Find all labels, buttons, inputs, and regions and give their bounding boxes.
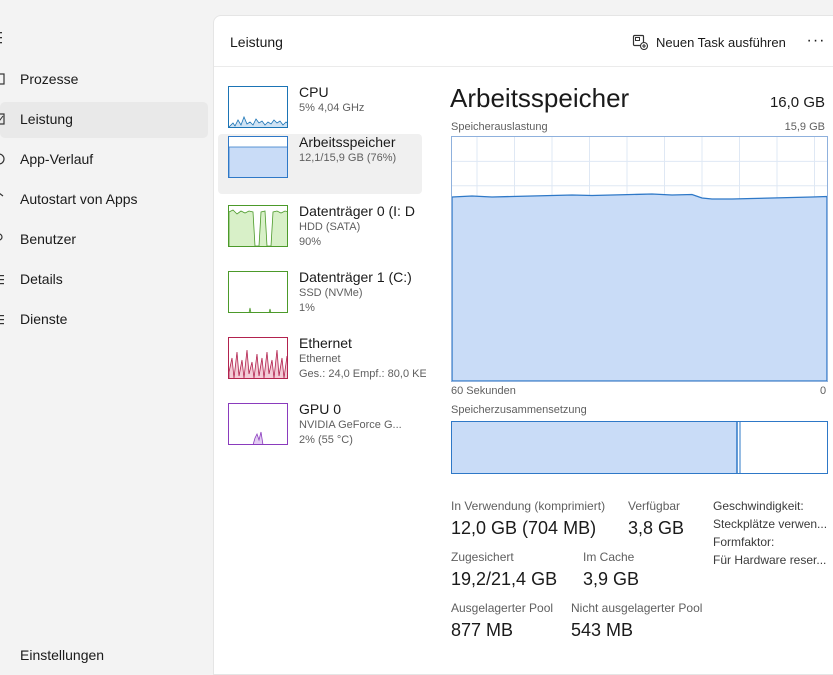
device-item-memory[interactable]: Arbeitsspeicher 12,1/15,9 GB (76%) [218, 134, 422, 194]
cached-label: Im Cache [583, 550, 635, 564]
memory-usage-max: 15,9 GB [784, 121, 825, 133]
app-history-icon [0, 153, 5, 165]
gpu-mini-chart [252, 431, 264, 444]
nav-item-label: Dienste [20, 311, 68, 327]
device-detail: SSD (NVMe) [299, 287, 363, 299]
device-item-gpu[interactable]: GPU 0 NVIDIA GeForce G... 2% (55 °C) [218, 401, 422, 461]
memory-usage-chart [451, 137, 828, 382]
gpu-thumbnail-graph [228, 403, 288, 445]
memory-total: 16,0 GB [769, 94, 825, 111]
nav-item-label: App-Verlauf [20, 151, 94, 167]
graph-time-left: 60 Sekunden [451, 385, 516, 397]
committed-label: Zugesichert [451, 550, 514, 564]
device-name: Datenträger 1 (C:) [299, 269, 412, 285]
device-detail: 5% 4,04 GHz [299, 102, 365, 114]
memory-mini-chart [229, 146, 287, 177]
nav-item-users[interactable]: Benutzer [0, 222, 208, 258]
in-use-label: In Verwendung (komprimiert) [451, 499, 606, 513]
nav-item-label: Prozesse [20, 71, 79, 87]
form-factor-label: Formfaktor: [713, 535, 775, 549]
users-icon [0, 233, 3, 241]
run-new-task-button[interactable]: Neuen Task ausführen [632, 28, 786, 56]
startup-apps-icon [0, 193, 4, 197]
device-detail: 2% (55 °C) [299, 434, 353, 446]
cached-value: 3,9 GB [583, 569, 640, 589]
nav-item-details[interactable]: Details [0, 262, 208, 298]
slots-used-label: Steckplätze verwen... [713, 517, 828, 531]
nav-item-label: Leistung [20, 111, 73, 127]
memory-composition-label: Speicherzusammensetzung [451, 404, 587, 416]
device-item-disk0[interactable]: Datenträger 0 (I: D HDD (SATA) 90% [218, 203, 422, 263]
paged-pool-label: Ausgelagerter Pool [451, 601, 554, 615]
memory-usage-graph [451, 136, 828, 382]
in-use-value: 12,0 GB (704 MB) [451, 518, 597, 538]
memory-thumbnail-graph [228, 136, 288, 178]
device-name: GPU 0 [299, 401, 342, 417]
device-detail: 90% [299, 236, 322, 248]
device-name: Datenträger 0 (I: D [299, 203, 415, 219]
nav-item-app-history[interactable]: App-Verlauf [0, 142, 208, 178]
performance-icon [0, 113, 5, 125]
ethernet-mini-chart [229, 349, 287, 378]
more-options-button[interactable]: ··· [802, 28, 830, 56]
nav-item-settings[interactable]: Einstellungen [0, 638, 208, 674]
nav-item-performance[interactable]: Leistung [0, 102, 208, 138]
device-detail: 12,1/15,9 GB (76%) [299, 152, 397, 164]
device-item-disk1[interactable]: Datenträger 1 (C:) SSD (NVMe) 1% [218, 269, 422, 329]
paged-pool-value: 877 MB [451, 620, 514, 640]
available-label: Verfügbar [628, 499, 681, 513]
memory-usage-label: Speicherauslastung [451, 121, 548, 133]
run-new-task-label: Neuen Task ausführen [656, 34, 786, 50]
hardware-reserved-label: Für Hardware reser... [713, 553, 827, 567]
navigation-pane: Prozesse Leistung App-Verlauf Autostart … [0, 0, 212, 663]
speed-label: Geschwindigkeit: [713, 499, 804, 513]
header-divider [214, 66, 833, 67]
graph-time-right: 0 [820, 385, 827, 397]
nav-item-label: Autostart von Apps [20, 191, 138, 207]
device-name: CPU [299, 84, 329, 100]
nav-item-label: Benutzer [20, 231, 77, 247]
disk1-thumbnail-graph [228, 271, 288, 313]
device-detail: 1% [299, 302, 315, 314]
disk0-thumbnail-graph [228, 205, 288, 247]
disk1-mini-chart [248, 307, 272, 312]
available-value: 3,8 GB [628, 518, 685, 538]
device-detail: Ethernet [299, 353, 341, 365]
nav-item-label: Einstellungen [20, 647, 105, 663]
device-detail: Ges.: 24,0 Empf.: 80,0 KE [299, 368, 426, 380]
nonpaged-pool-label: Nicht ausgelagerter Pool [571, 601, 703, 615]
memory-composition-chart [452, 422, 741, 473]
nav-item-startup-apps[interactable]: Autostart von Apps [0, 182, 208, 218]
nav-item-label: Details [20, 271, 63, 287]
ethernet-thumbnail-graph [228, 337, 288, 379]
committed-value: 19,2/21,4 GB [451, 569, 558, 589]
memory-composition-bar [451, 421, 828, 474]
device-item-ethernet[interactable]: Ethernet Ethernet Ges.: 24,0 Empf.: 80,0… [218, 335, 426, 395]
device-detail: HDD (SATA) [299, 221, 361, 233]
nav-item-processes[interactable]: Prozesse [0, 62, 208, 98]
cpu-mini-chart [229, 115, 287, 127]
disk0-mini-chart [229, 209, 287, 246]
page-title: Leistung [230, 34, 283, 50]
device-name: Ethernet [299, 335, 352, 351]
services-icon [0, 315, 4, 325]
hamburger-menu-icon[interactable] [0, 29, 8, 47]
memory-title: Arbeitsspeicher [450, 83, 630, 113]
nav-item-services[interactable]: Dienste [0, 302, 208, 338]
new-task-icon [632, 34, 648, 50]
performance-panel: Leistung Neuen Task ausführen ··· CPU 5%… [213, 15, 833, 675]
details-icon [0, 275, 4, 285]
nonpaged-pool-value: 543 MB [571, 620, 634, 640]
device-detail: NVIDIA GeForce G... [299, 419, 402, 431]
processes-icon [0, 73, 5, 85]
device-name: Arbeitsspeicher [299, 134, 396, 150]
cpu-thumbnail-graph [228, 86, 288, 128]
